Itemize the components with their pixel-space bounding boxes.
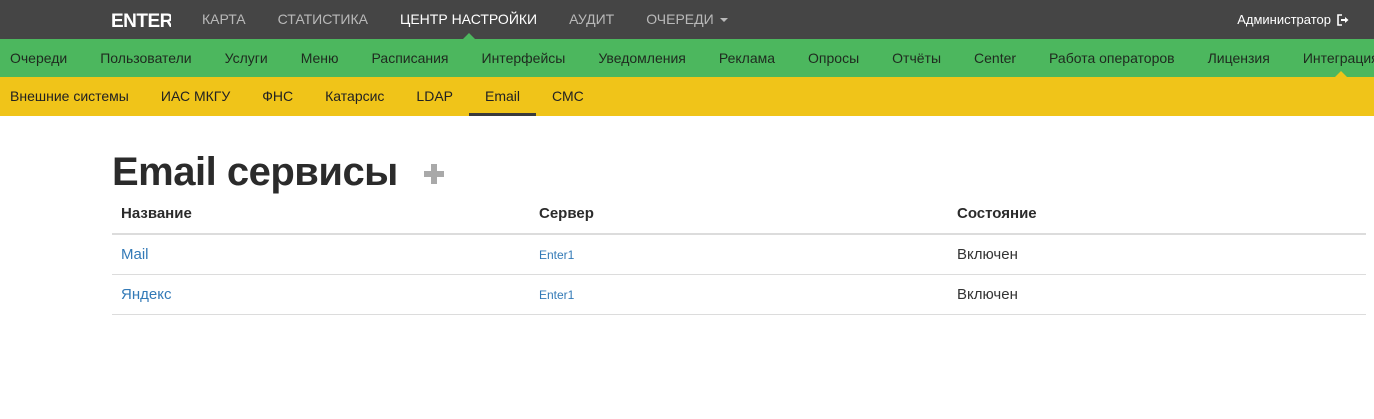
sub-nav: Внешние системы ИАС МКГУ ФНС Катарсис LD…	[0, 77, 1374, 116]
column-header-name: Название	[112, 194, 530, 235]
table-row: Яндекс Enter1 Включен	[112, 274, 1366, 315]
topnav-label: ОЧЕРЕДИ	[646, 11, 714, 27]
subnav-email[interactable]: Email	[469, 77, 537, 116]
nav-operators-work[interactable]: Работа операторов	[1049, 39, 1191, 77]
logout-icon[interactable]	[1337, 13, 1350, 26]
table-row: Mail Enter1 Включен	[112, 234, 1366, 275]
cell-name: Яндекс	[112, 274, 530, 315]
topnav-karta[interactable]: КАРТА	[186, 0, 262, 39]
column-header-state: Состояние	[948, 194, 1366, 235]
section-nav: Очереди Пользователи Услуги Меню Расписа…	[0, 39, 1374, 77]
column-header-server: Сервер	[530, 194, 948, 235]
nav-surveys[interactable]: Опросы	[808, 39, 875, 77]
nav-queues[interactable]: Очереди	[10, 39, 83, 77]
user-menu[interactable]: Администратор	[1237, 0, 1350, 39]
cell-server: Enter1	[530, 274, 948, 315]
cell-server: Enter1	[530, 234, 948, 275]
topnav-settings-center[interactable]: ЦЕНТР НАСТРОЙКИ	[384, 0, 553, 39]
subnav-sms[interactable]: СМС	[536, 77, 600, 116]
email-services-table: Название Сервер Состояние Mail Enter1 Вк…	[112, 194, 1366, 315]
cell-name: Mail	[112, 234, 530, 275]
table-header-row: Название Сервер Состояние	[112, 194, 1366, 235]
topnav-audit[interactable]: АУДИТ	[553, 0, 630, 39]
subnav-external-systems[interactable]: Внешние системы	[0, 77, 145, 116]
service-name-link[interactable]: Mail	[121, 246, 149, 263]
nav-notifications[interactable]: Уведомления	[598, 39, 702, 77]
caret-down-icon	[719, 18, 728, 23]
plus-icon[interactable]	[422, 162, 448, 188]
topnav-label: АУДИТ	[569, 11, 615, 27]
logo-text: ENTER	[111, 11, 171, 31]
topnav-statistics[interactable]: СТАТИСТИКА	[262, 0, 384, 39]
enter-logo[interactable]: ENTER	[111, 9, 171, 31]
subnav-fns[interactable]: ФНС	[246, 77, 309, 116]
nav-users[interactable]: Пользователи	[100, 39, 207, 77]
server-link[interactable]: Enter1	[539, 288, 574, 302]
nav-services[interactable]: Услуги	[225, 39, 284, 77]
page-title: Email сервисы	[112, 149, 398, 194]
topnav-label: СТАТИСТИКА	[277, 11, 368, 27]
nav-center[interactable]: Center	[974, 39, 1032, 77]
nav-ads[interactable]: Реклама	[719, 39, 791, 77]
subnav-ldap[interactable]: LDAP	[400, 77, 469, 116]
topnav-queues-dropdown[interactable]: ОЧЕРЕДИ	[630, 0, 743, 39]
nav-schedules[interactable]: Расписания	[372, 39, 465, 77]
topnav-label: ЦЕНТР НАСТРОЙКИ	[399, 11, 538, 27]
cell-state: Включен	[948, 274, 1366, 315]
user-name: Администратор	[1237, 12, 1331, 27]
nav-reports[interactable]: Отчёты	[892, 39, 957, 77]
nav-menu[interactable]: Меню	[301, 39, 355, 77]
service-name-link[interactable]: Яндекс	[121, 286, 171, 303]
top-nav: КАРТА СТАТИСТИКА ЦЕНТР НАСТРОЙКИ АУДИТ О…	[186, 0, 744, 39]
subnav-ias-mkgu[interactable]: ИАС МКГУ	[145, 77, 246, 116]
cell-state: Включен	[948, 234, 1366, 275]
title-row: Email сервисы	[112, 150, 398, 194]
topnav-label: КАРТА	[202, 11, 246, 27]
top-navbar: ENTER КАРТА СТАТИСТИКА ЦЕНТР НАСТРОЙКИ А…	[0, 0, 1374, 39]
server-link[interactable]: Enter1	[539, 248, 574, 262]
nav-integration[interactable]: Интеграция	[1303, 39, 1374, 77]
nav-interfaces[interactable]: Интерфейсы	[482, 39, 582, 77]
subnav-katarsis[interactable]: Катарсис	[309, 77, 400, 116]
nav-license[interactable]: Лицензия	[1208, 39, 1286, 77]
